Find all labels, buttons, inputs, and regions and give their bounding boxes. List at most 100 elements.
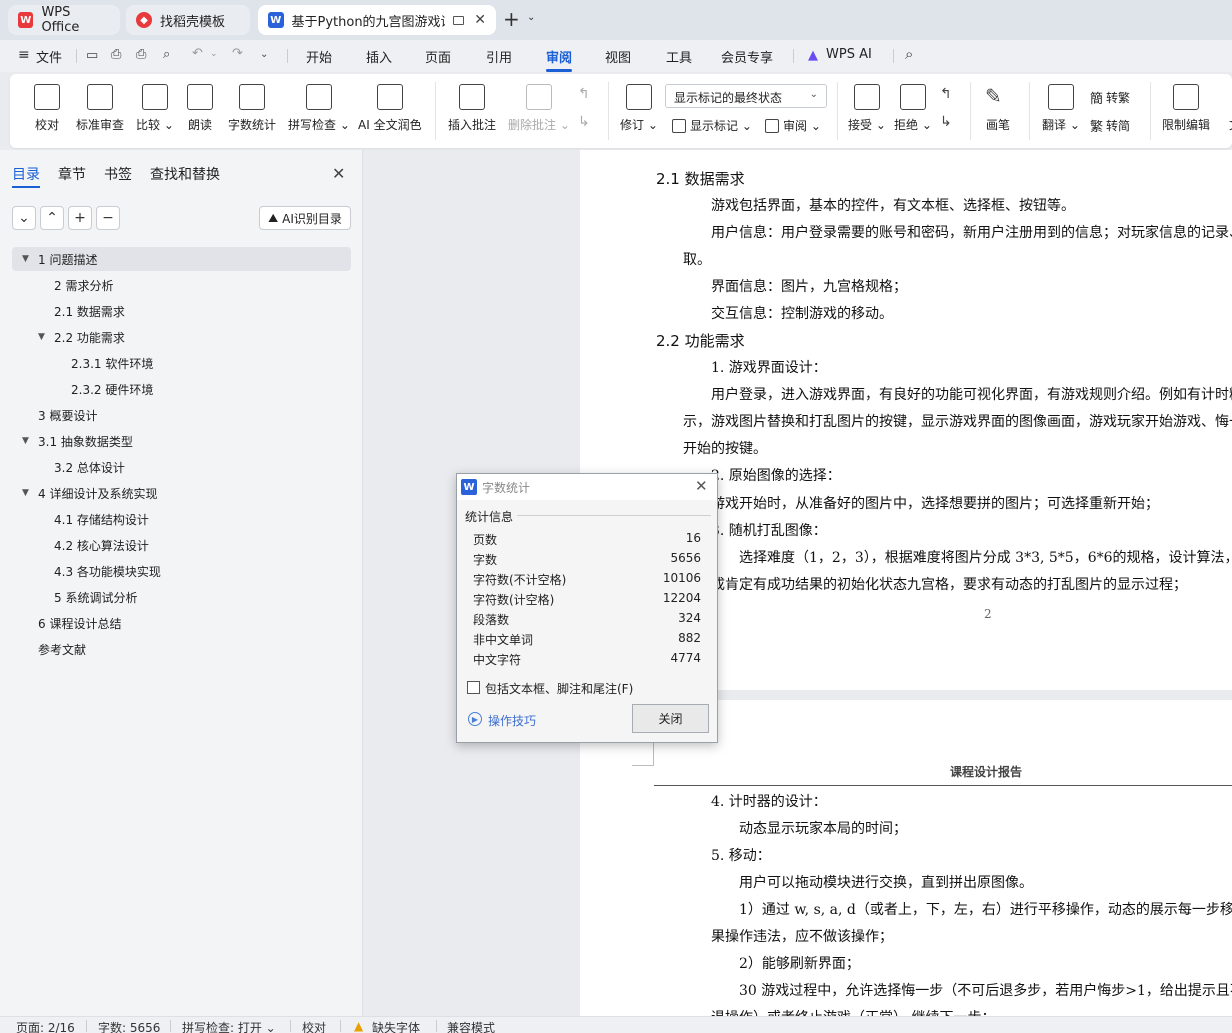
search-icon[interactable]: ⌕ (905, 45, 913, 63)
toc-item[interactable]: 6 课程设计总结 (12, 611, 332, 635)
menu-insert[interactable]: 插入 (366, 47, 392, 66)
play-circle-icon[interactable]: ▶ (468, 712, 482, 726)
compare-button[interactable]: 比较 ⌄ (136, 84, 174, 133)
nav-tab-bookmarks[interactable]: 书签 (104, 164, 132, 184)
menu-review[interactable]: 审阅 (546, 47, 572, 66)
include-textbox-checkbox[interactable] (467, 681, 480, 694)
ai-polish-button[interactable]: AI 全文润色 (358, 84, 422, 133)
menu-wps-ai[interactable]: WPS AI (826, 47, 872, 62)
toc-item[interactable]: ▼ 4 详细设计及系统实现 (12, 481, 332, 505)
toc-item[interactable]: 2.3.2 硬件环境 (12, 377, 332, 401)
menu-member[interactable]: 会员专享 (721, 47, 773, 66)
review-pane-button[interactable]: 审阅 ⌄ (765, 117, 821, 134)
next-comment-icon[interactable]: ↳ (578, 114, 590, 130)
menu-view[interactable]: 视图 (605, 47, 631, 66)
tab-docer[interactable]: ◆ 找稻壳模板 (126, 5, 250, 35)
redo-icon[interactable]: ↷ (232, 46, 243, 61)
collapse-down-button[interactable]: ⌄ (12, 206, 36, 230)
checkbox-label[interactable]: 包括文本框、脚注和尾注(F) (485, 680, 633, 697)
toc-item[interactable]: 4.3 各功能模块实现 (12, 559, 332, 583)
delete-comment-button[interactable]: 删除批注 ⌄ (508, 84, 570, 133)
heading-2-1: 2.1 数据需求 (656, 170, 745, 188)
toc-item[interactable]: 参考文献 (12, 637, 332, 661)
show-markup-button[interactable]: 显示标记 ⌄ (672, 117, 752, 134)
dialog-close-icon[interactable]: ✕ (695, 477, 708, 495)
markup-mode-select[interactable]: 显示标记的最终状态 ⌄ (665, 84, 827, 108)
status-page[interactable]: 页面: 2/16 (16, 1019, 75, 1033)
menu-tools[interactable]: 工具 (666, 47, 692, 66)
menu-start[interactable]: 开始 (306, 47, 332, 66)
next-change-icon[interactable]: ↳ (940, 114, 952, 130)
add-heading-button[interactable]: + (68, 206, 92, 230)
toc-item[interactable]: 2 需求分析 (12, 273, 332, 297)
list-item: 1. 游戏界面设计： (711, 360, 827, 376)
chevron-down-icon[interactable]: ⌄ (527, 12, 535, 23)
save-icon[interactable]: ▭ (86, 48, 98, 63)
toc-item[interactable]: 2.3.1 软件环境 (12, 351, 332, 375)
more-ribbon-button[interactable]: 文 (1222, 84, 1232, 133)
standard-review-button[interactable]: 标准审查 (76, 84, 124, 133)
monitor-icon[interactable] (452, 15, 465, 25)
chevron-down-icon[interactable]: ⌄ (260, 49, 268, 60)
insert-comment-button[interactable]: 插入批注 (448, 84, 496, 133)
toc-item[interactable]: ▼ 1 问题描述 (12, 247, 351, 271)
menu-page[interactable]: 页面 (425, 47, 451, 66)
close-panel-icon[interactable]: ✕ (332, 164, 345, 183)
status-missing-font[interactable]: 缺失字体 (372, 1019, 420, 1033)
tab-wps-office[interactable]: W WPS Office (8, 5, 120, 35)
toc-item[interactable]: ▼ 3.1 抽象数据类型 (12, 429, 332, 453)
chevron-down-icon[interactable]: ⌄ (210, 49, 218, 59)
toc-item[interactable]: 2.1 数据需求 (12, 299, 332, 323)
print-icon[interactable]: ⎙ (136, 47, 146, 62)
close-tab-icon[interactable]: ✕ (474, 12, 486, 28)
new-tab-plus-icon[interactable]: + (503, 9, 520, 29)
export-icon[interactable]: ⎙ (111, 47, 121, 62)
toc-item[interactable]: 4.1 存储结构设计 (12, 507, 332, 531)
close-button[interactable]: 关闭 (632, 704, 709, 733)
print-preview-icon[interactable]: ⌕ (163, 47, 170, 62)
toc-item[interactable]: 4.2 核心算法设计 (12, 533, 332, 557)
status-word-count[interactable]: 字数: 5656 (98, 1019, 160, 1033)
toc-item[interactable]: 3.2 总体设计 (12, 455, 332, 479)
previous-comment-icon[interactable]: ↰ (578, 86, 590, 102)
undo-icon[interactable]: ↶ (192, 46, 203, 61)
restrict-edit-button[interactable]: 限制编辑 (1162, 84, 1210, 133)
toc-label: 6 课程设计总结 (38, 616, 122, 631)
menu-file[interactable]: 文件 (36, 47, 62, 66)
nav-tab-toc[interactable]: 目录 (12, 164, 40, 184)
hamburger-icon[interactable]: ≡ (18, 47, 30, 63)
status-proofread[interactable]: 校对 (302, 1019, 326, 1033)
spell-check-button[interactable]: 拼写检查 ⌄ (288, 84, 350, 133)
nav-tab-chapters[interactable]: 章节 (58, 164, 86, 184)
toc-item[interactable]: 5 系统调试分析 (12, 585, 332, 609)
proofread-button[interactable]: 校对 (34, 84, 60, 133)
paragraph: 取。 (683, 252, 711, 268)
word-count-button[interactable]: 字数统计 (228, 84, 276, 133)
expand-triangle-icon[interactable]: ▼ (22, 254, 34, 264)
to-traditional-button[interactable]: 簡 转繁 (1090, 88, 1130, 107)
toc-item[interactable]: 3 概要设计 (12, 403, 332, 427)
nav-tab-find-replace[interactable]: 查找和替换 (150, 164, 220, 184)
accept-button[interactable]: 接受 ⌄ (848, 84, 886, 133)
tips-link[interactable]: 操作技巧 (488, 712, 536, 729)
toc-item[interactable]: ▼ 2.2 功能需求 (12, 325, 332, 349)
translate-button[interactable]: 翻译 ⌄ (1042, 84, 1080, 133)
to-simplified-button[interactable]: 繁 转简 (1090, 116, 1130, 135)
status-spell-check[interactable]: 拼写检查: 打开 ⌄ (182, 1019, 276, 1033)
dialog-title-bar[interactable]: W 字数统计 ✕ (457, 474, 717, 500)
pen-button[interactable]: ✎ 画笔 (985, 84, 1011, 133)
reject-button[interactable]: 拒绝 ⌄ (894, 84, 932, 133)
stat-name: 非中文单词 (473, 633, 534, 647)
expand-triangle-icon[interactable]: ▼ (38, 332, 50, 342)
remove-heading-button[interactable]: − (96, 206, 120, 230)
read-aloud-button[interactable]: 朗读 (187, 84, 213, 133)
expand-triangle-icon[interactable]: ▼ (22, 488, 34, 498)
collapse-up-button[interactable]: ⌃ (40, 206, 64, 230)
previous-change-icon[interactable]: ↰ (940, 86, 952, 102)
document-page[interactable]: 课程设计报告 4. 计时器的设计： 动态显示玩家本局的时间； 5. 移动： 用户… (580, 700, 1232, 1016)
expand-triangle-icon[interactable]: ▼ (22, 436, 34, 446)
tab-document[interactable]: W 基于Python的九宫图游戏设计 ✕ (258, 5, 496, 35)
ai-toc-button[interactable]: ⛰ AI识别目录 (259, 206, 351, 230)
menu-reference[interactable]: 引用 (486, 47, 512, 66)
revise-button[interactable]: 修订 ⌄ (620, 84, 658, 133)
